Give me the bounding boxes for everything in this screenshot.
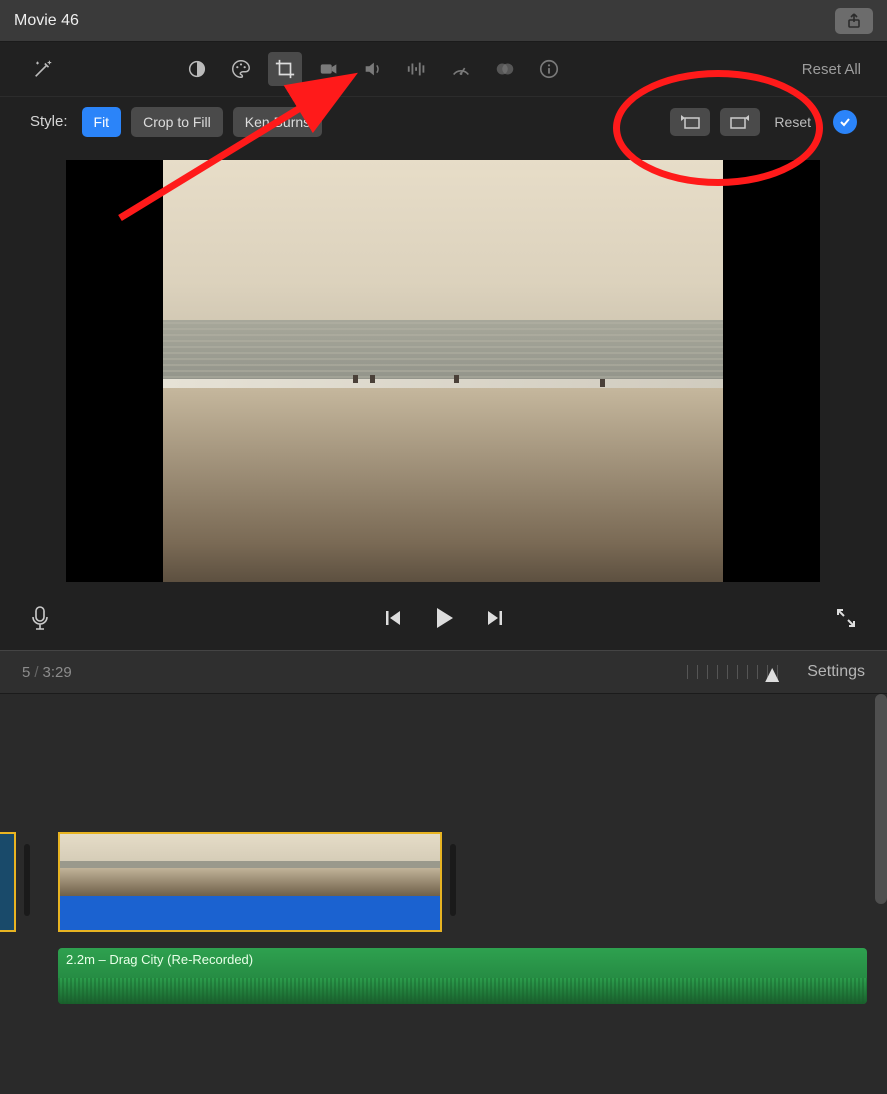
settings-button[interactable]: Settings: [807, 663, 865, 681]
video-camera-icon: [318, 58, 340, 80]
clip-audio-strip: [60, 896, 440, 932]
clip-thumbnail: [250, 834, 345, 896]
video-clip[interactable]: [58, 832, 442, 932]
playback-controls: [0, 586, 887, 650]
half-circle-icon: [186, 58, 208, 80]
fullscreen-button[interactable]: [835, 607, 857, 629]
info-icon: [538, 58, 560, 80]
clip-thumbnail: [345, 834, 440, 896]
clip-filter-button[interactable]: [488, 52, 522, 86]
palette-icon: [230, 58, 252, 80]
equalizer-icon: [406, 60, 428, 78]
next-frame-button[interactable]: [485, 608, 505, 628]
rotate-ccw-button[interactable]: [670, 108, 710, 136]
preview-area: [0, 146, 887, 586]
clip-thumbnail: [60, 834, 155, 896]
crop-icon: [274, 58, 296, 80]
total-time: 3:29: [43, 664, 72, 681]
color-balance-button[interactable]: [180, 52, 214, 86]
audio-waveform: [58, 978, 867, 1004]
timeline-scrollbar[interactable]: [875, 694, 887, 1094]
rotate-cw-icon: [729, 114, 751, 130]
expand-icon: [835, 607, 857, 629]
prev-frame-button[interactable]: [383, 608, 403, 628]
adjustment-toolbar: Reset All: [0, 42, 887, 96]
rotate-cw-button[interactable]: [720, 108, 760, 136]
play-button[interactable]: [431, 605, 457, 631]
noise-reduction-button[interactable]: [400, 52, 434, 86]
share-icon: [846, 13, 862, 29]
reset-all-button[interactable]: Reset All: [802, 61, 861, 78]
microphone-icon: [30, 605, 50, 631]
voiceover-button[interactable]: [30, 605, 50, 631]
current-time: 5: [22, 664, 30, 681]
stabilization-button[interactable]: [312, 52, 346, 86]
crop-style-bar: Style: Fit Crop to Fill Ken Burns Reset: [0, 96, 887, 146]
zoom-handle[interactable]: [765, 668, 779, 682]
color-correction-button[interactable]: [224, 52, 258, 86]
volume-icon: [362, 58, 384, 80]
clip-separator-left[interactable]: [24, 844, 30, 916]
style-crop-to-fill-button[interactable]: Crop to Fill: [131, 107, 223, 137]
clip-thumbnail: [155, 834, 250, 896]
style-fit-button[interactable]: Fit: [82, 107, 122, 137]
crop-button[interactable]: [268, 52, 302, 86]
timeline[interactable]: 2.2m – Drag City (Re-Recorded): [0, 694, 887, 1094]
clip-separator-right[interactable]: [450, 844, 456, 916]
project-title: Movie 46: [14, 12, 79, 30]
skip-back-icon: [383, 608, 403, 628]
audio-track[interactable]: 2.2m – Drag City (Re-Recorded): [58, 948, 867, 1004]
info-button[interactable]: [532, 52, 566, 86]
zoom-slider[interactable]: [687, 665, 787, 679]
style-ken-burns-button[interactable]: Ken Burns: [233, 107, 322, 137]
check-icon: [838, 115, 852, 129]
video-frame: [163, 160, 723, 582]
time-divider: /: [34, 664, 38, 681]
share-button[interactable]: [835, 8, 873, 34]
audio-track-label: 2.2m – Drag City (Re-Recorded): [66, 952, 253, 967]
apply-button[interactable]: [833, 110, 857, 134]
overlap-circles-icon: [494, 58, 516, 80]
skip-forward-icon: [485, 608, 505, 628]
time-bar: 5 / 3:29 Settings: [0, 650, 887, 694]
rotate-ccw-icon: [679, 114, 701, 130]
video-preview[interactable]: [66, 160, 820, 582]
scrollbar-thumb[interactable]: [875, 694, 887, 904]
speedometer-icon: [450, 58, 472, 80]
play-icon: [431, 605, 457, 631]
magic-wand-icon: [32, 58, 54, 80]
style-label: Style:: [30, 113, 68, 130]
crop-reset-button[interactable]: Reset: [774, 114, 811, 130]
clip-stub[interactable]: [0, 832, 16, 932]
title-bar: Movie 46: [0, 0, 887, 42]
volume-button[interactable]: [356, 52, 390, 86]
enhance-magic-wand-button[interactable]: [26, 52, 60, 86]
speed-button[interactable]: [444, 52, 478, 86]
